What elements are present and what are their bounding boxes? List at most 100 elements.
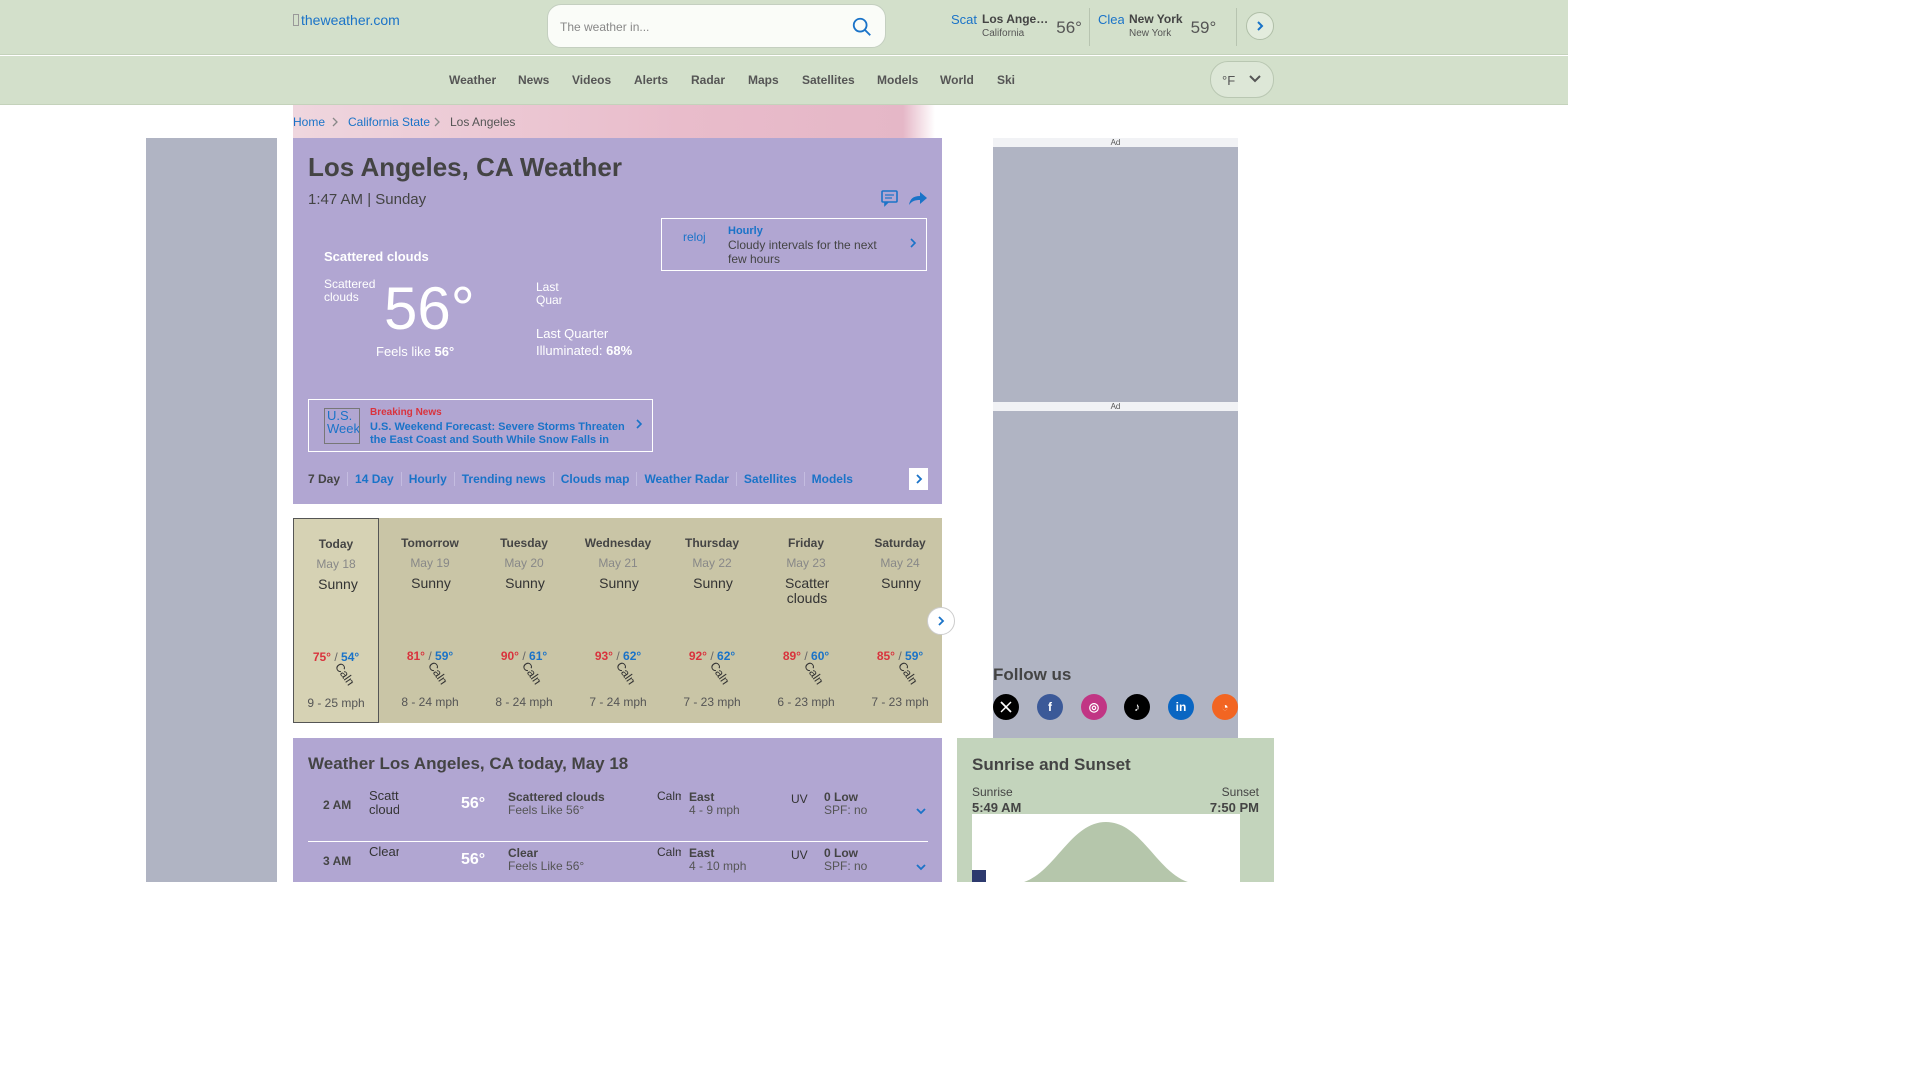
search-icon[interactable] — [851, 16, 873, 38]
location-new-york[interactable]: Clea New York New York 59° — [1098, 10, 1216, 46]
hour: 3 AM — [323, 854, 352, 868]
subnav-hourly[interactable]: Hourly — [400, 472, 454, 486]
share-icon[interactable] — [908, 189, 928, 207]
locations-next-button[interactable] — [1246, 12, 1274, 40]
temp-separator: / — [898, 649, 902, 663]
seven-day-forecast: Today May 18 Sunny 75° / 54° Calm 9 - 25… — [293, 518, 955, 723]
subnav-weather-radar[interactable]: Weather Radar — [636, 472, 735, 486]
ad-slot[interactable] — [993, 147, 1238, 402]
feels-like-value: 56° — [434, 344, 455, 359]
forecast-day[interactable]: Tomorrow May 19 Sunny 81° / 59° Calm 8 -… — [387, 518, 473, 723]
nav-news[interactable]: News — [518, 73, 549, 87]
tiktok-glyph: ♪ — [1134, 700, 1140, 714]
facebook-icon[interactable]: f — [1037, 694, 1063, 720]
nav-maps[interactable]: Maps — [748, 73, 779, 87]
day-date: May 22 — [692, 556, 732, 570]
chevron-right-icon — [938, 616, 945, 626]
subnav-models[interactable]: Models — [803, 472, 860, 486]
feels-like: Feels like 56° — [376, 344, 454, 359]
day-date: May 20 — [504, 556, 544, 570]
follow-us-title: Follow us — [993, 665, 1072, 684]
wind-icon: Calm — [519, 659, 544, 691]
linkedin-icon[interactable]: in — [1168, 694, 1194, 720]
forecast-day[interactable]: Tuesday May 20 Sunny 90° / 61° Calm 8 - … — [481, 518, 567, 723]
location-state: California — [982, 28, 1025, 39]
forecast-day[interactable]: Friday May 23 Scattered clouds 89° / 60°… — [763, 518, 849, 723]
wind-direction: East — [689, 790, 715, 804]
high-temp: 75° — [312, 650, 331, 664]
nav-videos[interactable]: Videos — [572, 73, 611, 87]
logo-image — [293, 14, 299, 26]
sunny-icon: Sunny — [505, 576, 545, 591]
facebook-glyph: f — [1048, 700, 1052, 714]
forecast-day[interactable]: Today May 18 Sunny 75° / 54° Calm 9 - 25… — [293, 518, 379, 723]
day-name: Saturday — [874, 536, 926, 550]
day-date: May 21 — [598, 556, 638, 570]
moon-phase: Last Quarter — [536, 326, 609, 341]
hourly-row[interactable]: 3 AM Clear 56° Clear Feels Like 56° Calm… — [308, 843, 928, 899]
rss-icon[interactable]: ◔ — [1212, 694, 1238, 720]
day-date: May 23 — [786, 556, 826, 570]
hourly-card[interactable]: reloj Hourly Cloudy intervals for the ne… — [661, 218, 927, 271]
day-name: Friday — [787, 536, 824, 550]
sunrise-time: 5:49 AM — [972, 800, 1022, 815]
subnav-trending-news[interactable]: Trending news — [453, 472, 553, 486]
location-name: New York — [1129, 12, 1183, 26]
day-date: May 24 — [880, 556, 920, 570]
search-box — [547, 4, 886, 48]
breaking-news-card[interactable]: U.S. Week Breaking News U.S. Weekend For… — [308, 399, 653, 452]
wind-icon: Calm — [707, 659, 732, 691]
chevron-down-icon[interactable] — [915, 863, 927, 871]
breaking-news-label: Breaking News — [370, 407, 442, 418]
nav-alerts[interactable]: Alerts — [634, 73, 668, 87]
sunny-icon: Sunny — [411, 576, 451, 591]
location-temp: 56° — [1056, 18, 1082, 37]
subnav-clouds-map[interactable]: Clouds map — [552, 472, 637, 486]
chevron-down-icon — [1249, 75, 1261, 83]
low-temp: 59° — [905, 649, 924, 663]
nav-weather[interactable]: Weather — [449, 73, 496, 87]
hourly-row[interactable]: 2 AM Scattered clouds 56° Scattered clou… — [308, 787, 928, 843]
wind-speed: 8 - 24 mph — [495, 695, 553, 709]
subnav-7-day[interactable]: 7 Day — [308, 472, 347, 486]
wind-direction: East — [689, 846, 715, 860]
x-icon[interactable] — [993, 694, 1019, 720]
location-los-angeles[interactable]: Scat Los Ange… California 56° — [951, 10, 1082, 46]
high-temp: 81° — [406, 649, 425, 663]
nav-ski[interactable]: Ski — [997, 73, 1015, 87]
day-name: Today — [318, 537, 354, 551]
comment-icon[interactable] — [880, 189, 900, 207]
subnav-14-day[interactable]: 14 Day — [347, 472, 401, 486]
hour-condition: Clear — [508, 846, 539, 860]
clear-icon: Clear — [369, 845, 399, 859]
nav-radar[interactable]: Radar — [691, 73, 725, 87]
forecast-next-button[interactable] — [927, 607, 955, 635]
chevron-right-icon — [910, 238, 917, 248]
chevron-down-icon[interactable] — [915, 807, 927, 815]
day-date: May 18 — [316, 557, 356, 571]
instagram-icon[interactable]: ◎ — [1081, 694, 1107, 720]
forecast-day[interactable]: Thursday May 22 Sunny 92° / 62° Calm 7 -… — [669, 518, 755, 723]
unit-value: °F — [1222, 73, 1236, 88]
chevron-right-icon — [434, 117, 440, 127]
hour-feels-like: Feels Like 56° — [508, 803, 585, 817]
nav-models[interactable]: Models — [877, 73, 918, 87]
sun-title: Sunrise and Sunset — [972, 755, 1131, 774]
nav-satellites[interactable]: Satellites — [802, 73, 855, 87]
subnav-satellites[interactable]: Satellites — [735, 472, 804, 486]
breadcrumb-state[interactable]: California State — [348, 115, 430, 129]
sunrise-label: Sunrise — [972, 785, 1013, 799]
search-input[interactable] — [560, 17, 840, 37]
ad-slot[interactable] — [993, 411, 1238, 738]
day-temps: 75° / 54° — [294, 650, 378, 664]
wind-icon: Calm — [332, 660, 357, 692]
site-logo[interactable]: theweather.com — [293, 12, 400, 28]
forecast-day[interactable]: Wednesday May 21 Sunny 93° / 62° Calm 7 … — [575, 518, 661, 723]
unit-select[interactable]: °F — [1210, 61, 1274, 98]
breadcrumb-home[interactable]: Home — [293, 115, 325, 129]
subnav-next-button[interactable] — [909, 468, 928, 490]
tiktok-icon[interactable]: ♪ — [1124, 694, 1150, 720]
temp-separator: / — [804, 649, 808, 663]
hour: 2 AM — [323, 798, 352, 812]
nav-world[interactable]: World — [940, 73, 974, 87]
